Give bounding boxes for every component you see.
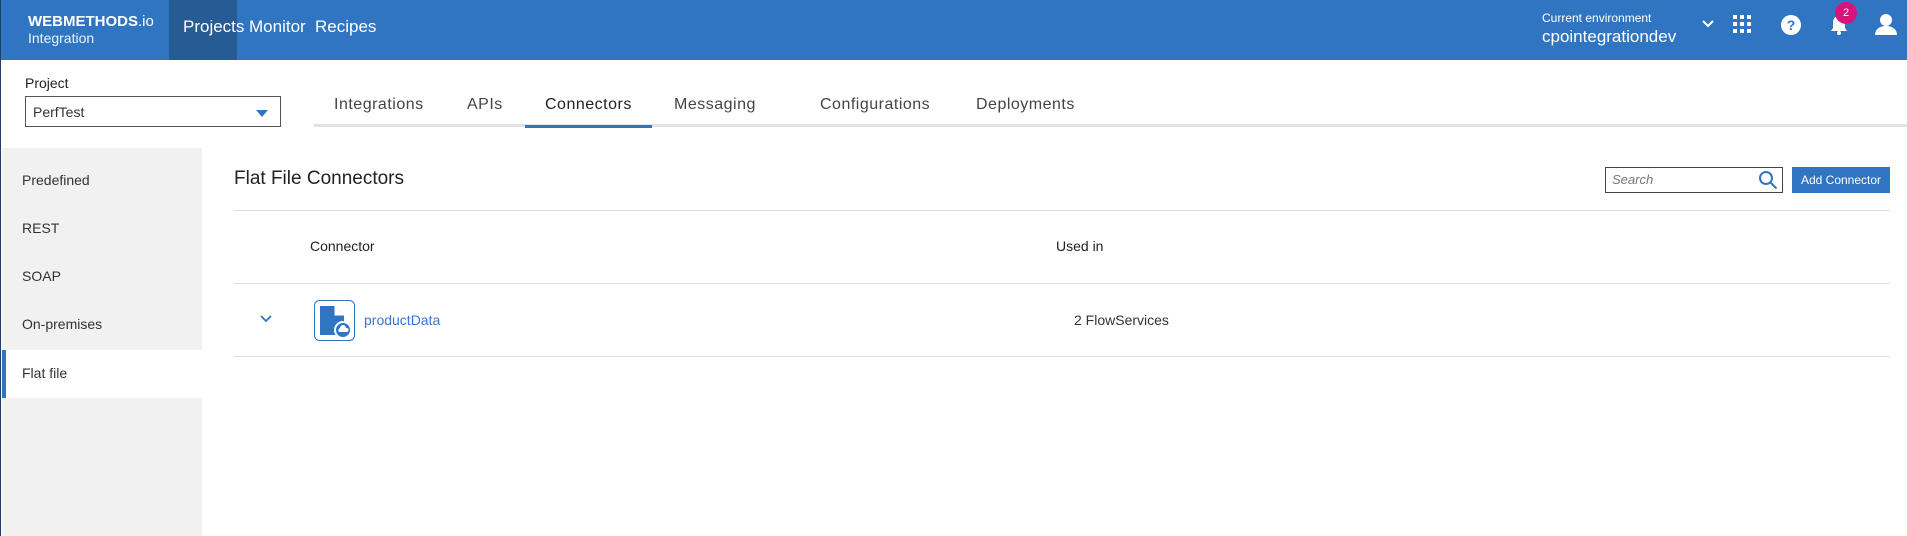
- tab-deployments[interactable]: Deployments: [956, 92, 1095, 127]
- tab-configurations[interactable]: Configurations: [800, 92, 950, 127]
- flat-file-connector-icon: [314, 300, 355, 341]
- project-label: Project: [25, 75, 69, 91]
- nav-recipes[interactable]: Recipes: [303, 0, 388, 60]
- page-title: Flat File Connectors: [234, 168, 405, 189]
- add-connector-button[interactable]: Add Connector: [1792, 167, 1890, 193]
- sidebar-item-predefined[interactable]: Predefined: [2, 157, 202, 205]
- sidebar-item-flat-file[interactable]: Flat file: [2, 350, 202, 398]
- search-input[interactable]: Search: [1605, 167, 1783, 193]
- divider: [234, 210, 1890, 211]
- chevron-down-icon[interactable]: [1701, 17, 1715, 31]
- connector-name-link[interactable]: productData: [364, 312, 440, 328]
- logo[interactable]: WEBMETHODS.io: [28, 13, 154, 30]
- divider: [234, 356, 1890, 357]
- logo-brand: WEBMETHODS: [28, 13, 138, 30]
- logo-suffix: .io: [138, 13, 154, 30]
- search-placeholder: Search: [1612, 172, 1654, 187]
- project-select[interactable]: PerfTest: [25, 96, 281, 127]
- tab-integrations[interactable]: Integrations: [314, 92, 444, 127]
- connector-type-sidebar: Predefined REST SOAP On-premises Flat fi…: [2, 148, 202, 536]
- notification-badge: 2: [1835, 2, 1857, 24]
- sidebar-item-soap[interactable]: SOAP: [2, 253, 202, 301]
- tab-apis[interactable]: APIs: [447, 92, 523, 127]
- expand-chevron-icon[interactable]: [260, 314, 272, 324]
- user-icon[interactable]: [1875, 13, 1897, 35]
- environment-label: Current environment: [1542, 11, 1652, 25]
- project-value: PerfTest: [33, 104, 85, 120]
- divider: [234, 283, 1890, 284]
- used-in-value: 2 FlowServices: [1074, 312, 1169, 328]
- project-tabs: Integrations APIs Connectors Messaging C…: [314, 92, 1907, 128]
- sidebar-item-rest[interactable]: REST: [2, 205, 202, 253]
- sidebar-item-on-premises[interactable]: On-premises: [2, 301, 202, 349]
- tab-connectors[interactable]: Connectors: [525, 92, 652, 128]
- caret-down-icon: [256, 110, 268, 117]
- column-header-connector: Connector: [310, 238, 375, 254]
- environment-value[interactable]: cpointegrationdev: [1542, 27, 1676, 47]
- apps-grid-icon[interactable]: [1733, 15, 1753, 35]
- help-icon[interactable]: ?: [1780, 14, 1802, 36]
- nav-projects[interactable]: Projects: [169, 0, 244, 60]
- logo-subtitle: Integration: [28, 30, 95, 46]
- top-header: WEBMETHODS.io Integration Projects Monit…: [1, 0, 1907, 60]
- svg-text:?: ?: [1787, 17, 1796, 33]
- search-icon[interactable]: [1758, 170, 1778, 190]
- tab-messaging[interactable]: Messaging: [654, 92, 776, 127]
- column-header-used-in: Used in: [1056, 238, 1104, 254]
